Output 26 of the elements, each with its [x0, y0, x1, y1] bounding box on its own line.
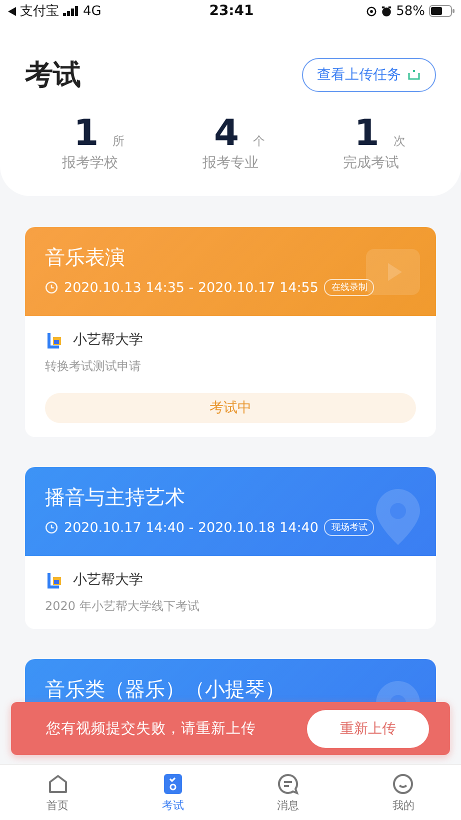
- stat-value: 1: [354, 116, 380, 152]
- exam-title: 音乐类（器乐）（小提琴）: [45, 676, 286, 703]
- exam-description: 2020 年小艺帮大学线下考试: [45, 598, 200, 615]
- stat-unit: 所: [112, 133, 125, 150]
- carrier-text: 支付宝: [20, 3, 59, 20]
- stat-value: 1: [74, 116, 99, 152]
- exam-time: 2020.10.13 14:35 - 2020.10.17 14:55: [64, 280, 318, 296]
- exam-time: 2020.10.17 14:40 - 2020.10.18 14:40: [64, 520, 318, 536]
- stat-unit: 个: [253, 133, 266, 150]
- stat-unit: 次: [393, 133, 406, 150]
- school-name: 小艺帮大学: [73, 331, 143, 349]
- stat-value: 4: [214, 116, 240, 152]
- stat-label: 报考学校: [62, 154, 118, 172]
- exam-type-tag: 现场考试: [324, 519, 374, 536]
- network-text: 4G: [83, 4, 102, 18]
- exam-title: 播音与主持艺术: [45, 484, 186, 511]
- stat-label: 完成考试: [342, 154, 399, 172]
- battery-text: 58%: [396, 4, 425, 18]
- clock-text: 23:41: [209, 3, 254, 19]
- exam-title: 音乐表演: [45, 244, 126, 271]
- page-title: 考试: [25, 57, 81, 93]
- banner-message: 您有视频提交失败，请重新上传: [46, 720, 256, 738]
- school-name: 小艺帮大学: [73, 571, 143, 589]
- stat-label: 报考专业: [202, 154, 258, 172]
- exam-description: 转换考试测试申请: [45, 358, 142, 375]
- exam-type-tag: 在线录制: [324, 279, 374, 296]
